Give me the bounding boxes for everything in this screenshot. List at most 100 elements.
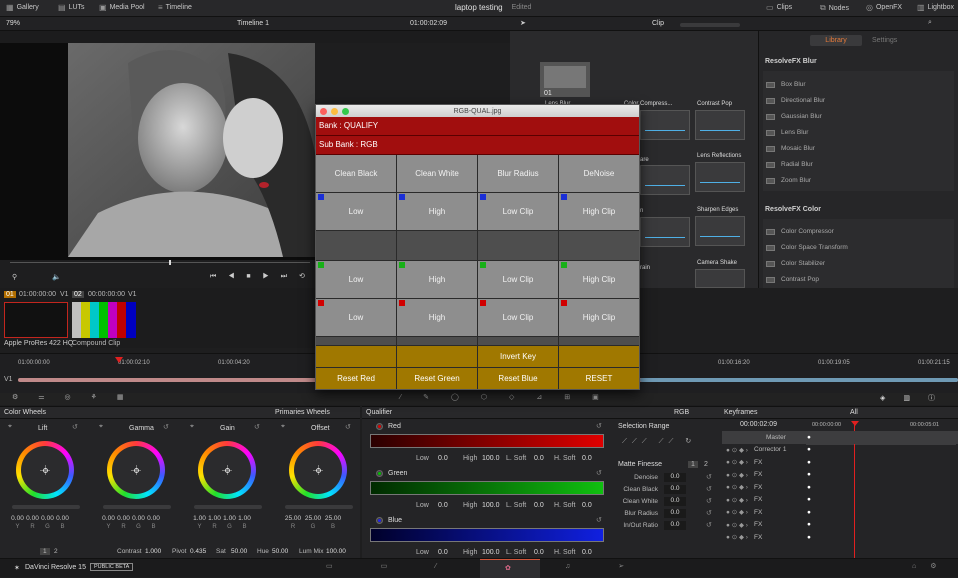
keyframe-marker[interactable]: ● — [807, 459, 811, 466]
wheels-page-2[interactable]: 2 — [54, 548, 58, 555]
node-01[interactable]: 01 — [540, 62, 590, 97]
wheel-value[interactable]: 1.00 — [192, 515, 207, 522]
matte-value[interactable]: 0.0 — [664, 509, 686, 518]
color-wheel[interactable] — [198, 441, 256, 499]
blur-item[interactable]: Gaussian Blur — [766, 109, 954, 124]
hsoft-value[interactable]: 0.0 — [582, 549, 592, 556]
primaries-mode-select[interactable]: Primaries Wheels — [275, 409, 330, 416]
keyframe-marker[interactable]: ● — [807, 434, 811, 441]
color-wheel[interactable] — [107, 441, 165, 499]
control-button[interactable]: High — [397, 261, 477, 298]
color-page-tab[interactable]: ✿ — [480, 559, 540, 578]
media-pool-button[interactable]: ▣ Media Pool — [99, 3, 145, 12]
blur-item[interactable]: Lens Blur — [766, 125, 954, 140]
search-icon[interactable]: ⌕ — [928, 19, 932, 27]
wheel-lift[interactable]: ⌖ Lift ↺ 0.00 0.00 0.00 0.00 Y R G B — [8, 421, 88, 545]
wheel-value[interactable]: 0.00 — [25, 515, 40, 522]
control-button[interactable]: Reset Blue — [478, 368, 558, 389]
timeline-button[interactable]: ≡ Timeline — [158, 3, 192, 12]
window-titlebar[interactable]: RGB-QUAL.jpg — [316, 105, 639, 117]
openfx-button[interactable]: ◎ OpenFX — [866, 3, 902, 12]
control-button[interactable]: Low — [316, 299, 396, 336]
high-value[interactable]: 100.0 — [482, 549, 500, 556]
control-button[interactable]: RESET — [559, 368, 639, 389]
control-button[interactable]: Low — [316, 193, 396, 230]
color-wheel[interactable] — [16, 441, 74, 499]
wheel-value[interactable]: 0.00 — [131, 515, 146, 522]
wheel-gain[interactable]: ⌖ Gain ↺ 1.00 1.00 1.00 1.00 Y R G B — [190, 421, 270, 545]
wheel-value[interactable]: 0.00 — [101, 515, 116, 522]
tab-library[interactable]: Library — [810, 35, 862, 46]
node-camera-shake[interactable] — [695, 269, 745, 288]
matte-value[interactable]: 0.0 — [664, 497, 686, 506]
keyframe-marker[interactable]: ● — [807, 446, 811, 453]
wheels-page-1[interactable]: 1 — [40, 548, 50, 555]
home-settings-icons[interactable]: ⌂⚙ — [912, 562, 951, 570]
matte-value[interactable]: 0.0 — [664, 473, 686, 482]
qualifier-range-bar[interactable] — [370, 528, 604, 542]
node-are[interactable] — [640, 165, 690, 195]
blur-item[interactable]: Directional Blur — [766, 93, 954, 108]
master-wheel-slider[interactable] — [12, 505, 80, 509]
node-zoom-slider[interactable] — [680, 23, 740, 27]
master-wheel-slider[interactable] — [103, 505, 171, 509]
node-lens-reflections[interactable] — [695, 162, 745, 192]
blank-gold-button[interactable] — [316, 346, 396, 367]
control-button[interactable]: High Clip — [559, 193, 639, 230]
keyframe-row[interactable]: ● ⊙ ◆ › FX ● — [722, 481, 958, 494]
keyframe-row[interactable]: ● ⊙ ◆ › FX ● — [722, 494, 958, 507]
zoom-button[interactable] — [342, 108, 349, 115]
hue-value[interactable]: 50.00 — [272, 548, 288, 555]
reset-target-icon[interactable]: ⌖ — [190, 423, 194, 431]
close-button[interactable] — [320, 108, 327, 115]
control-button[interactable]: Clean White — [397, 155, 477, 192]
hsoft-value[interactable]: 0.0 — [582, 502, 592, 509]
keyframe-marker[interactable]: ● — [807, 509, 811, 516]
wheel-offset[interactable]: ⌖ Offset ↺ 25.00 25.00 25.00 R G B — [281, 421, 361, 545]
reset-icon[interactable]: ↺ — [706, 497, 712, 505]
wheel-value[interactable]: 1.00 — [237, 515, 252, 522]
color-item[interactable]: Color Stabilizer — [766, 256, 954, 271]
keyframe-row[interactable]: ● ⊙ ◆ › FX ● — [722, 506, 958, 519]
keyframe-marker[interactable]: ● — [807, 484, 811, 491]
control-button[interactable]: Low Clip — [478, 261, 558, 298]
blur-item[interactable]: Radial Blur — [766, 157, 954, 172]
scope-icons[interactable]: ◈▥ⓘ — [880, 393, 953, 403]
reset-icon[interactable]: ↺ — [596, 469, 602, 477]
reset-icon[interactable]: ↺ — [596, 422, 602, 430]
keyframes-filter[interactable]: All — [850, 409, 858, 416]
control-button[interactable]: High Clip — [559, 299, 639, 336]
lsoft-value[interactable]: 0.0 — [534, 455, 544, 462]
keyframe-row[interactable]: ● ⊙ ◆ › FX ● — [722, 519, 958, 532]
reset-icon[interactable]: ↺ — [596, 516, 602, 524]
reset-target-icon[interactable]: ⌖ — [99, 423, 103, 431]
color-item[interactable]: Color Compressor — [766, 224, 954, 239]
reset-target-icon[interactable]: ⌖ — [281, 423, 285, 431]
keyframe-row[interactable]: ● ⊙ ◆ › FX ● — [722, 456, 958, 469]
mf-page-2[interactable]: 2 — [704, 461, 708, 468]
reset-icon[interactable]: ↺ — [254, 423, 260, 431]
wheel-value[interactable]: 1.00 — [222, 515, 237, 522]
control-button[interactable]: Low — [316, 261, 396, 298]
nodes-button[interactable]: ⧉ Nodes — [820, 3, 849, 13]
hsoft-value[interactable]: 0.0 — [582, 455, 592, 462]
mf-page-1[interactable]: 1 — [688, 461, 698, 468]
sat-value[interactable]: 50.00 — [231, 548, 247, 555]
lightbox-button[interactable]: ▥ Lightbox — [917, 3, 954, 12]
reset-icon[interactable]: ↺ — [706, 485, 712, 493]
keyframe-marker[interactable]: ● — [807, 471, 811, 478]
audio-icon[interactable]: 🔈 — [52, 273, 61, 281]
playhead[interactable] — [115, 357, 123, 363]
reset-icon[interactable]: ↺ — [706, 509, 712, 517]
keyframe-marker[interactable]: ● — [807, 534, 811, 541]
blur-item[interactable]: Mosaic Blur — [766, 141, 954, 156]
wheel-value[interactable]: 0.00 — [10, 515, 25, 522]
timeline-select[interactable]: Timeline 1 — [237, 20, 269, 27]
color-item[interactable]: Contrast Pop — [766, 272, 954, 287]
control-button[interactable]: Reset Red — [316, 368, 396, 389]
master-wheel-slider[interactable] — [194, 505, 262, 509]
page-nav-icons[interactable]: ▭▭⁄ — [326, 562, 484, 570]
matte-value[interactable]: 0.0 — [664, 485, 686, 494]
node-sharpen-edges[interactable] — [695, 216, 745, 246]
reset-icon[interactable]: ↺ — [163, 423, 169, 431]
